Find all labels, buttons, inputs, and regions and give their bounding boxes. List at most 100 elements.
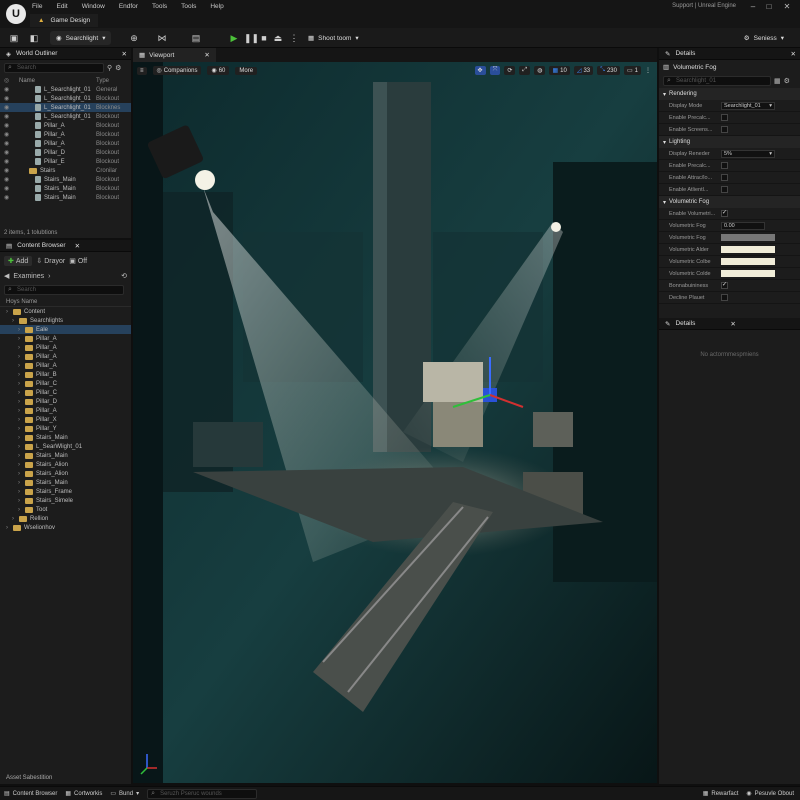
mode-dropdown[interactable]: ◉ Searchlight ▾ bbox=[50, 31, 112, 45]
outliner-row[interactable]: ◉ L_Searchlight_01 General bbox=[0, 85, 131, 94]
property-dropdown[interactable]: 5% ▾ bbox=[721, 149, 775, 158]
menu-file[interactable]: File bbox=[32, 3, 42, 10]
more-button[interactable]: More bbox=[235, 66, 258, 75]
menu-edit[interactable]: Edit bbox=[56, 3, 67, 10]
world-space-icon[interactable]: ◍ bbox=[534, 66, 546, 75]
menu-window[interactable]: Window bbox=[82, 3, 105, 10]
content-icon[interactable]: ◧ bbox=[28, 32, 40, 44]
visibility-icon[interactable]: ◉ bbox=[4, 104, 13, 111]
minimize-icon[interactable]: – bbox=[746, 2, 760, 12]
section-rendering[interactable]: ▾ Rendering bbox=[659, 88, 800, 100]
content-tree-item[interactable]: › Eale bbox=[0, 325, 131, 334]
save-all-button[interactable]: ▣ Off bbox=[69, 257, 87, 266]
color-swatch[interactable] bbox=[721, 258, 775, 265]
viewport-scene[interactable]: ≡ ◎ Companions ◉ 60 More ✥ ⤧ ⟳ ⤢ ◍ ▦ 10 … bbox=[133, 62, 657, 783]
content-tree-item[interactable]: › Stairs_Main bbox=[0, 451, 131, 460]
property-checkbox[interactable]: ✓ bbox=[721, 210, 728, 217]
outliner-search-input[interactable]: Search bbox=[4, 63, 104, 73]
visibility-icon[interactable]: ◉ bbox=[4, 167, 13, 174]
unreal-logo-icon[interactable]: U bbox=[6, 4, 26, 24]
visibility-icon[interactable]: ◉ bbox=[4, 149, 13, 156]
menu-help[interactable]: Help bbox=[210, 3, 223, 10]
content-tree-item[interactable]: › Pillar_C bbox=[0, 379, 131, 388]
blueprint-icon[interactable]: ⋈ bbox=[156, 32, 168, 44]
outliner-row[interactable]: ◉ Stairs_Main Blockout bbox=[0, 193, 131, 202]
content-tree-item[interactable]: › Pillar_C bbox=[0, 388, 131, 397]
move-mode-icon[interactable]: ⤧ bbox=[489, 66, 501, 75]
property-checkbox[interactable] bbox=[721, 126, 728, 133]
visibility-icon[interactable]: ◉ bbox=[4, 113, 13, 120]
content-tree-item[interactable]: › Pillar_A bbox=[0, 334, 131, 343]
content-tree-item[interactable]: › Stairs_Main bbox=[0, 433, 131, 442]
content-drawer-button[interactable]: ▤ Content Browser bbox=[4, 790, 57, 798]
column-name[interactable]: Name bbox=[19, 78, 35, 84]
back-icon[interactable]: ◀ bbox=[4, 272, 9, 280]
fps-button[interactable]: ◉ 60 bbox=[207, 66, 230, 75]
content-tree-item[interactable]: › Stairs_Main bbox=[0, 478, 131, 487]
close-icon[interactable]: ✕ bbox=[780, 2, 794, 12]
grid-view-icon[interactable]: ▦ bbox=[774, 77, 781, 85]
stop-icon[interactable]: ■ bbox=[258, 32, 270, 44]
visibility-icon[interactable]: ◉ bbox=[4, 176, 13, 183]
property-checkbox[interactable] bbox=[721, 114, 728, 121]
visibility-icon[interactable]: ◉ bbox=[4, 86, 13, 93]
select-mode-icon[interactable]: ✥ bbox=[474, 66, 486, 75]
camera-speed-button[interactable]: ▭ 1 bbox=[623, 66, 641, 75]
gear-icon[interactable]: ⚙ bbox=[784, 77, 790, 85]
content-tree-item[interactable]: › Pillar_D bbox=[0, 397, 131, 406]
add-actor-icon[interactable]: ⊕ bbox=[128, 32, 140, 44]
maximize-viewport-icon[interactable]: ⋮ bbox=[645, 67, 651, 74]
cinematics-icon[interactable]: ▤ bbox=[190, 32, 202, 44]
visibility-icon[interactable]: ◉ bbox=[4, 194, 13, 201]
content-tree-item[interactable]: › Stairs_Frame bbox=[0, 487, 131, 496]
import-button[interactable]: ⇩ Drayor bbox=[36, 257, 65, 266]
viewport-tab[interactable]: ▦ Viewport ✕ bbox=[133, 48, 216, 62]
source-control-button[interactable]: ◉ Pesuvle Obout bbox=[746, 790, 794, 798]
visibility-icon[interactable]: ◉ bbox=[4, 95, 13, 102]
property-checkbox[interactable]: ✓ bbox=[721, 282, 728, 289]
content-tree-item[interactable]: › Pillar_A bbox=[0, 352, 131, 361]
property-dropdown[interactable]: Searchlight_01 ▾ bbox=[721, 101, 775, 110]
outliner-row[interactable]: ◉ Stairs_Main Blockout bbox=[0, 175, 131, 184]
play-icon[interactable]: ▶ bbox=[228, 32, 240, 44]
shoot-dropdown[interactable]: ▦ Shoot toom ▾ bbox=[302, 31, 365, 45]
details-search-input[interactable]: Searchlight_01 bbox=[663, 76, 771, 86]
outliner-row[interactable]: ◉ L_Searchlight_01 Blockout bbox=[0, 94, 131, 103]
output-log-button[interactable]: ▦ Cortworkis bbox=[65, 790, 102, 798]
derived-data-button[interactable]: ▦ Rewarfact bbox=[703, 790, 739, 798]
section-volumetric[interactable]: ▾ Volumetric Fog bbox=[659, 196, 800, 208]
content-tree-item[interactable]: › Searchlights bbox=[0, 316, 131, 325]
color-swatch[interactable] bbox=[721, 270, 775, 277]
content-tree-item[interactable]: › Pillar_A bbox=[0, 343, 131, 352]
eject-icon[interactable]: ⏏ bbox=[272, 32, 284, 44]
examines-label[interactable]: Examines bbox=[13, 273, 44, 280]
scale-snap-button[interactable]: ⤡ 230 bbox=[597, 66, 620, 75]
content-tree-item[interactable]: › Stairs_Simele bbox=[0, 496, 131, 505]
scale-mode-icon[interactable]: ⤢ bbox=[519, 66, 531, 75]
content-tree-item[interactable]: › Pillar_B bbox=[0, 370, 131, 379]
content-tree-item[interactable]: › Pillar_Y bbox=[0, 424, 131, 433]
visibility-icon[interactable]: ◉ bbox=[4, 131, 13, 138]
visibility-icon[interactable]: ◉ bbox=[4, 158, 13, 165]
grid-snap-button[interactable]: ▦ 10 bbox=[549, 66, 570, 75]
content-tree-item[interactable]: › Rellion bbox=[0, 514, 131, 523]
outliner-row[interactable]: ◉ Pillar_D Blockout bbox=[0, 148, 131, 157]
menu-tools-2[interactable]: Tools bbox=[181, 3, 196, 10]
section-lighting[interactable]: ▾ Lighting bbox=[659, 136, 800, 148]
history-icon[interactable]: ⟲ bbox=[121, 272, 127, 280]
outliner-row[interactable]: ◉ L_Searchlight_01 Blocknes bbox=[0, 103, 131, 112]
visibility-icon[interactable]: ◉ bbox=[4, 122, 13, 129]
content-tree-item[interactable]: › Stairs_Alion bbox=[0, 469, 131, 478]
outliner-row[interactable]: ◉ Stairs Cronilar bbox=[0, 166, 131, 175]
content-tree-item[interactable]: › Pillar_A bbox=[0, 361, 131, 370]
close-icon[interactable]: ✕ bbox=[75, 242, 80, 250]
companions-button[interactable]: ◎ Companions bbox=[152, 66, 202, 75]
filter-icon[interactable]: ⚲ bbox=[107, 64, 112, 72]
color-swatch[interactable] bbox=[721, 234, 775, 241]
settings-dropdown[interactable]: ⚙ Seniess ▾ bbox=[738, 31, 790, 45]
outliner-row[interactable]: ◉ Pillar_E Blockout bbox=[0, 157, 131, 166]
content-tree-item[interactable]: › Content bbox=[0, 307, 131, 316]
document-tab[interactable]: ▲ Game Design bbox=[30, 14, 99, 27]
content-tree-item[interactable]: › Wselionhov bbox=[0, 523, 131, 532]
play-options-icon[interactable]: ⋮ bbox=[288, 32, 300, 44]
